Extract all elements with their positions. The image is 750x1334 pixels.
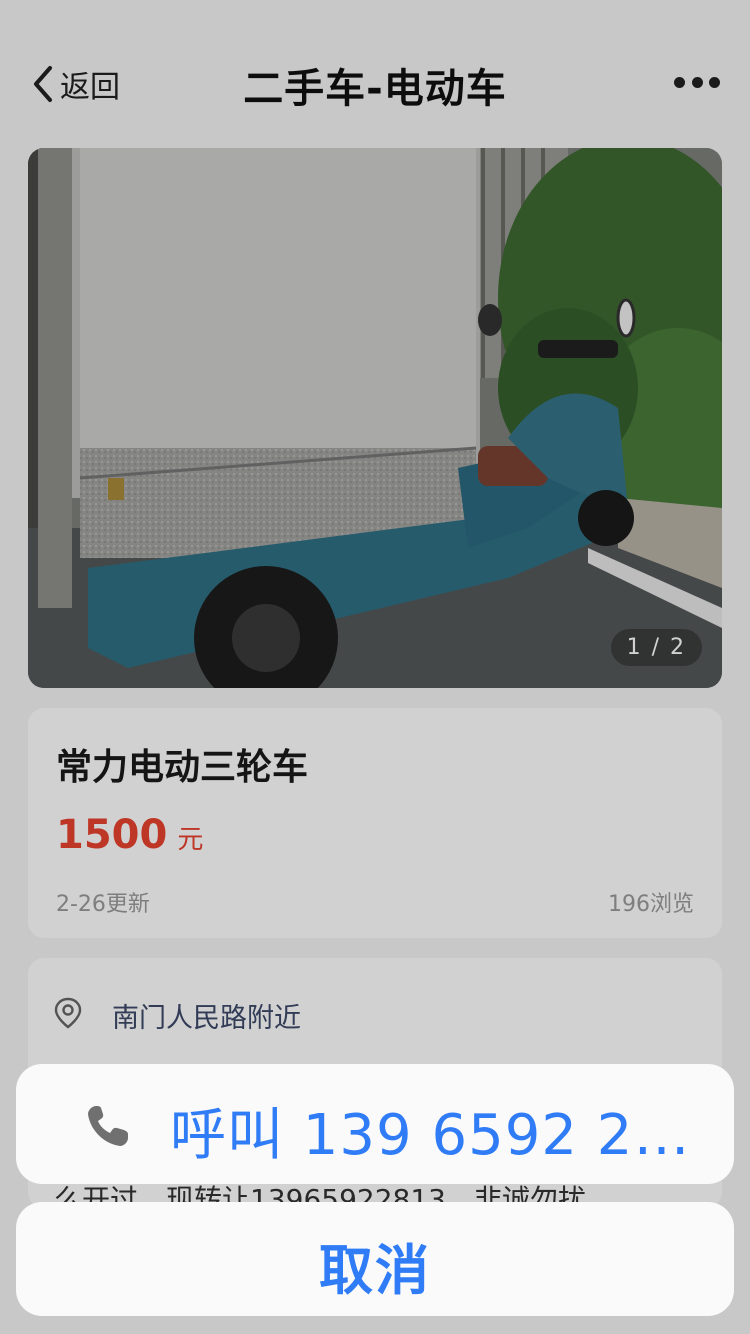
listing-page: 返回 二手车-电动车 1 / 2 常力电动三轮车 1500 元 2-26更新 1…: [0, 0, 750, 1334]
call-action-button[interactable]: 呼叫 139 6592 2813: [16, 1064, 734, 1184]
cancel-label: 取消: [319, 1239, 431, 1302]
call-label: 呼叫 139 6592 2813: [170, 1103, 710, 1168]
cancel-button[interactable]: 取消: [16, 1202, 734, 1316]
phone-icon: [88, 1106, 128, 1146]
